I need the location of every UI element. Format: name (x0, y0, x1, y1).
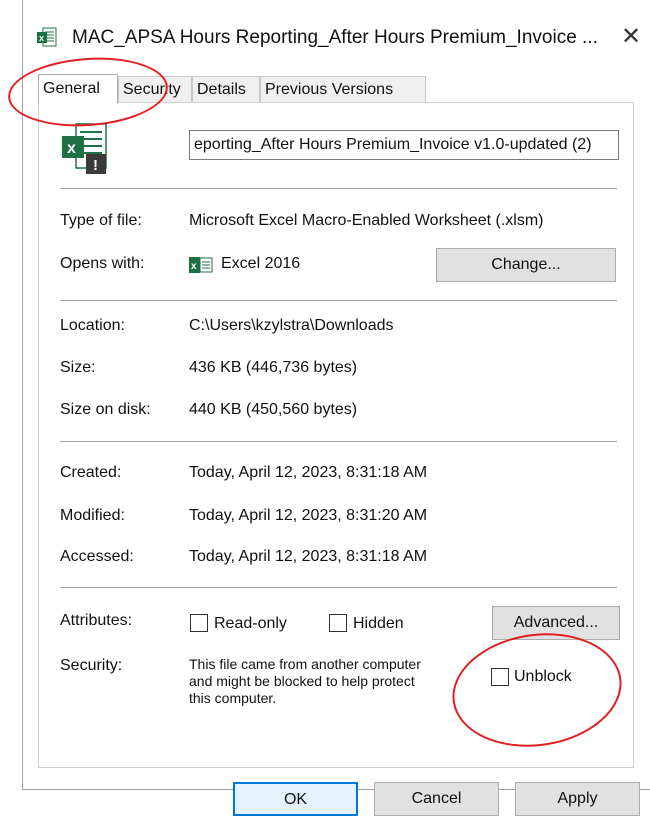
close-icon[interactable]: ✕ (618, 24, 644, 50)
accessed-value: Today, April 12, 2023, 8:31:18 AM (189, 548, 428, 565)
modified-label: Modified: (60, 507, 125, 524)
security-message-line: This file came from another computer (189, 656, 421, 672)
ok-button[interactable]: OK (233, 782, 358, 816)
security-message-line: and might be blocked to help protect (189, 673, 415, 689)
svg-text:x: x (67, 140, 76, 157)
location-value: C:\Users\kzylstra\Downloads (189, 317, 394, 334)
created-value: Today, April 12, 2023, 8:31:18 AM (189, 464, 428, 481)
separator (60, 188, 617, 189)
opens-with-value: Excel 2016 (221, 255, 301, 272)
unblock-checkbox[interactable] (491, 668, 509, 686)
excel-macro-file-icon: x ! (62, 123, 107, 174)
tab-details[interactable]: Details (192, 76, 260, 102)
title-bar: x MAC_APSA Hours Reporting_After Hours P… (30, 18, 642, 54)
security-message-line: this computer. (189, 690, 277, 706)
svg-text:x: x (39, 33, 44, 43)
excel-app-icon: x (189, 257, 213, 273)
svg-text:x: x (191, 261, 197, 272)
filename-input[interactable]: eporting_After Hours Premium_Invoice v1.… (189, 130, 619, 160)
excel-file-icon: x (37, 27, 57, 47)
size-label: Size: (60, 359, 96, 376)
separator (60, 300, 617, 301)
read-only-label: Read-only (214, 615, 287, 632)
opens-with-label: Opens with: (60, 255, 145, 272)
attributes-label: Attributes: (60, 612, 133, 629)
security-label: Security: (60, 657, 123, 674)
separator (60, 441, 617, 442)
location-label: Location: (60, 317, 125, 334)
advanced-button[interactable]: Advanced... (492, 606, 620, 640)
window-left-border (22, 0, 23, 790)
size-value: 436 KB (446,736 bytes) (189, 359, 358, 376)
cancel-button[interactable]: Cancel (374, 782, 499, 816)
separator (60, 587, 617, 588)
change-button[interactable]: Change... (436, 248, 616, 282)
window-title: MAC_APSA Hours Reporting_After Hours Pre… (72, 27, 598, 48)
accessed-label: Accessed: (60, 548, 134, 565)
tab-general[interactable]: General (38, 74, 118, 104)
type-of-file-label: Type of file: (60, 212, 142, 229)
created-label: Created: (60, 464, 122, 481)
modified-value: Today, April 12, 2023, 8:31:20 AM (189, 507, 428, 524)
type-of-file-value: Microsoft Excel Macro-Enabled Worksheet … (189, 212, 544, 229)
read-only-checkbox[interactable] (190, 614, 208, 632)
tab-security[interactable]: Security (118, 76, 192, 102)
size-on-disk-label: Size on disk: (60, 401, 151, 418)
unblock-label: Unblock (514, 668, 572, 685)
size-on-disk-value: 440 KB (450,560 bytes) (189, 401, 358, 418)
hidden-label: Hidden (353, 615, 404, 632)
security-message: This file came from another computer and… (189, 656, 489, 707)
tab-previous-versions[interactable]: Previous Versions (260, 76, 426, 102)
hidden-checkbox[interactable] (329, 614, 347, 632)
svg-text:!: ! (93, 157, 98, 174)
apply-button[interactable]: Apply (515, 782, 640, 816)
